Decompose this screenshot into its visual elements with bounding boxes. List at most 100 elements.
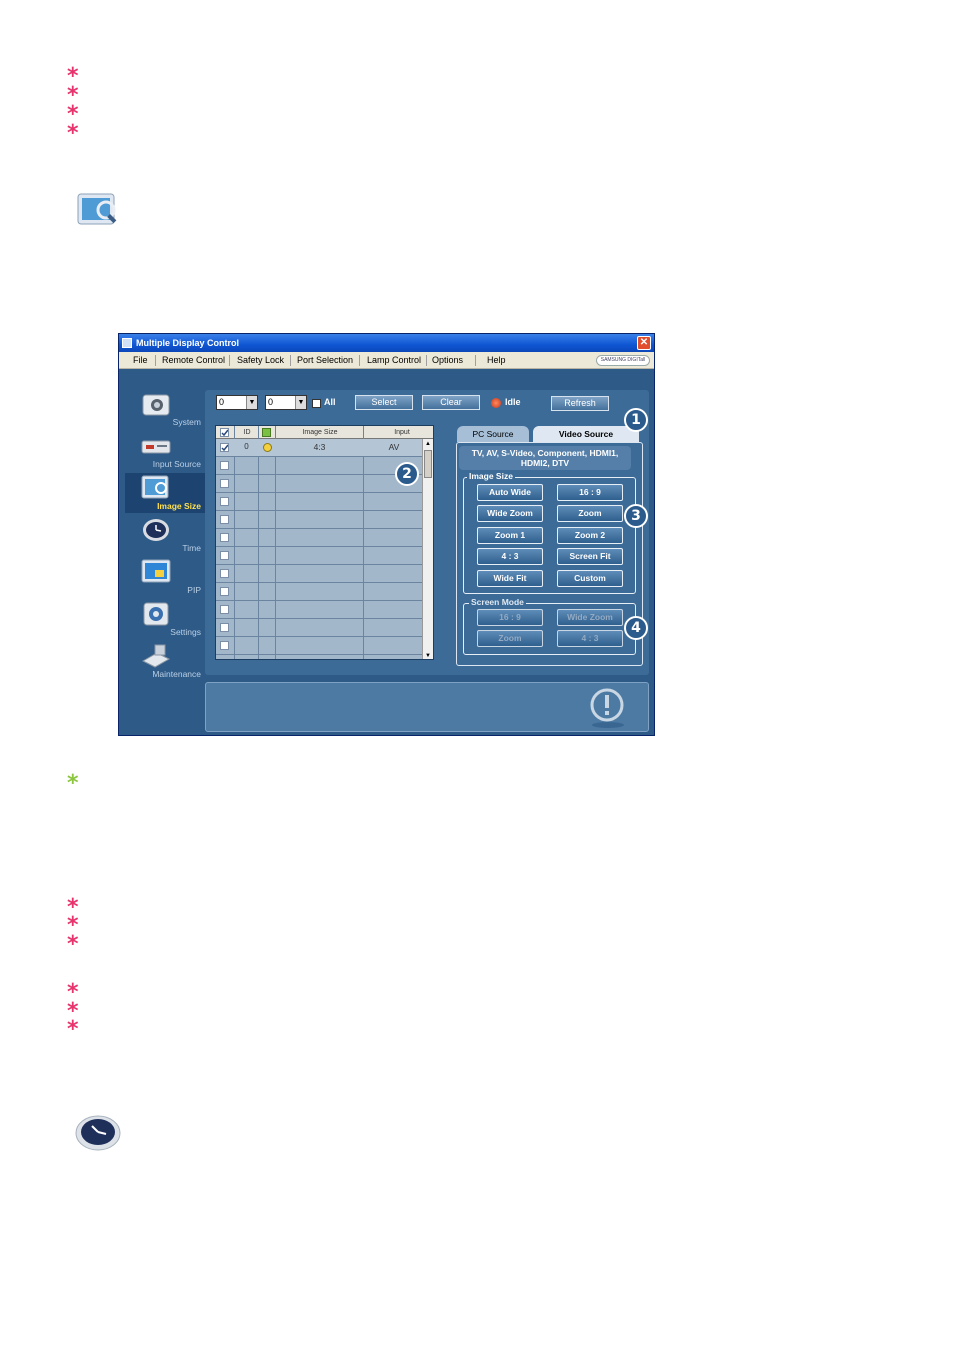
- pip-icon: [141, 559, 171, 583]
- all-label: All: [324, 397, 336, 407]
- menu-options[interactable]: Options: [432, 352, 463, 369]
- screen-fit-button[interactable]: Screen Fit: [557, 548, 623, 565]
- row-checkbox[interactable]: [220, 497, 229, 506]
- sidebar-item-input-source[interactable]: Input Source: [125, 431, 205, 471]
- system-camera-icon: [142, 394, 170, 416]
- scroll-thumb[interactable]: [424, 450, 432, 478]
- row-checkbox[interactable]: [220, 533, 229, 542]
- note-marker: *: [67, 771, 79, 796]
- scroll-down-icon[interactable]: ▼: [424, 652, 432, 659]
- custom-button[interactable]: Custom: [557, 570, 623, 587]
- title-bar: Multiple Display Control ✕: [119, 334, 654, 352]
- chevron-down-icon[interactable]: ▼: [295, 396, 306, 409]
- screen-mode-4-3-button[interactable]: 4 : 3: [557, 630, 623, 647]
- wide-fit-button[interactable]: Wide Fit: [477, 570, 543, 587]
- chevron-down-icon[interactable]: ▼: [246, 396, 257, 409]
- id-from-combo[interactable]: 0 ▼: [216, 395, 258, 410]
- wide-zoom-button[interactable]: Wide Zoom: [477, 505, 543, 522]
- table-row[interactable]: [216, 565, 433, 583]
- clock-icon: [143, 519, 169, 541]
- column-header-id: ID: [243, 429, 251, 436]
- row-checkbox[interactable]: [220, 479, 229, 488]
- close-button[interactable]: ✕: [637, 336, 651, 350]
- id-to-combo[interactable]: 0 ▼: [265, 395, 307, 410]
- table-row[interactable]: [216, 529, 433, 547]
- select-all-checkbox[interactable]: [220, 428, 229, 437]
- input-source-icon: [141, 440, 171, 454]
- menu-port-selection[interactable]: Port Selection: [297, 352, 353, 369]
- refresh-button[interactable]: Refresh: [551, 396, 609, 411]
- table-row[interactable]: [216, 493, 433, 511]
- screen-mode-title: Screen Mode: [469, 597, 526, 607]
- sidebar-item-image-size[interactable]: Image Size: [125, 473, 205, 513]
- grid-scrollbar[interactable]: ▲ ▼: [422, 439, 433, 659]
- menu-file[interactable]: File: [133, 352, 148, 369]
- grid-header: ID Image Size Input: [216, 426, 433, 439]
- menu-remote-control[interactable]: Remote Control: [162, 352, 225, 369]
- sidebar-item-label: Maintenance: [152, 669, 201, 679]
- row-checkbox[interactable]: [220, 461, 229, 470]
- menu-separator: [359, 355, 360, 366]
- screen-mode-zoom-button[interactable]: Zoom: [477, 630, 543, 647]
- sidebar-item-maintenance[interactable]: Maintenance: [125, 641, 205, 681]
- column-header-image-size: Image Size: [302, 429, 338, 436]
- screen-mode-wide-zoom-button[interactable]: Wide Zoom: [557, 609, 623, 626]
- screen-mode-16-9-button[interactable]: 16 : 9: [477, 609, 543, 626]
- time-clock-icon: [75, 1115, 121, 1151]
- combo-value: 0: [219, 397, 225, 407]
- image-size-monitor-icon: [77, 193, 117, 225]
- callout-2: 2: [395, 462, 419, 486]
- ratio-4-3-button[interactable]: 4 : 3: [477, 548, 543, 565]
- table-row[interactable]: [216, 511, 433, 529]
- info-exclamation-icon: [590, 688, 624, 728]
- app-icon: [122, 338, 132, 348]
- display-grid: ID Image Size Input 0 4:3 AV ▲ ▼: [215, 425, 434, 660]
- clear-button[interactable]: Clear: [422, 395, 480, 410]
- sidebar-item-system[interactable]: System: [125, 389, 205, 429]
- tab-video-source[interactable]: Video Source: [533, 426, 639, 442]
- check-icon: [221, 444, 228, 451]
- image-size-title: Image Size: [467, 471, 515, 481]
- row-checkbox[interactable]: [220, 605, 229, 614]
- menu-lamp-control[interactable]: Lamp Control: [367, 352, 421, 369]
- sidebar-item-pip[interactable]: PIP: [125, 557, 205, 597]
- all-checkbox[interactable]: [312, 399, 321, 408]
- sidebar-item-label: System: [172, 417, 201, 427]
- message-panel: [205, 682, 649, 732]
- select-button[interactable]: Select: [355, 395, 413, 410]
- tab-pc-source[interactable]: PC Source: [457, 426, 529, 442]
- source-list-label: TV, AV, S-Video, Component, HDMI1, HDMI2…: [459, 446, 631, 470]
- row-checkbox[interactable]: [220, 443, 229, 452]
- table-row[interactable]: 0 4:3 AV: [216, 439, 433, 457]
- zoom-1-button[interactable]: Zoom 1: [477, 527, 543, 544]
- menu-safety-lock[interactable]: Safety Lock: [237, 352, 284, 369]
- sidebar: System Input Source Image Size Time PIP …: [119, 369, 205, 735]
- power-column-icon: [262, 428, 271, 437]
- table-row[interactable]: [216, 619, 433, 637]
- status-led-icon: [491, 398, 501, 408]
- menu-help[interactable]: Help: [487, 352, 506, 369]
- table-row[interactable]: [216, 547, 433, 565]
- table-row[interactable]: [216, 583, 433, 601]
- sidebar-item-time[interactable]: Time: [125, 515, 205, 555]
- table-row[interactable]: [216, 637, 433, 655]
- auto-wide-button[interactable]: Auto Wide: [477, 484, 543, 501]
- row-checkbox[interactable]: [220, 569, 229, 578]
- sidebar-item-label: PIP: [187, 585, 201, 595]
- row-checkbox[interactable]: [220, 641, 229, 650]
- multiple-display-control-window: Multiple Display Control ✕ File Remote C…: [118, 333, 655, 736]
- power-on-icon: [263, 443, 272, 452]
- row-input: AV: [388, 442, 400, 452]
- zoom-2-button[interactable]: Zoom 2: [557, 527, 623, 544]
- row-checkbox[interactable]: [220, 623, 229, 632]
- row-checkbox[interactable]: [220, 515, 229, 524]
- row-checkbox[interactable]: [220, 551, 229, 560]
- scroll-up-icon[interactable]: ▲: [424, 440, 432, 448]
- table-row[interactable]: [216, 601, 433, 619]
- maintenance-icon: [141, 644, 171, 668]
- row-checkbox[interactable]: [220, 587, 229, 596]
- zoom-button[interactable]: Zoom: [557, 505, 623, 522]
- bullet-marker: *: [67, 1017, 79, 1042]
- sidebar-item-settings[interactable]: Settings: [125, 599, 205, 639]
- ratio-16-9-button[interactable]: 16 : 9: [557, 484, 623, 501]
